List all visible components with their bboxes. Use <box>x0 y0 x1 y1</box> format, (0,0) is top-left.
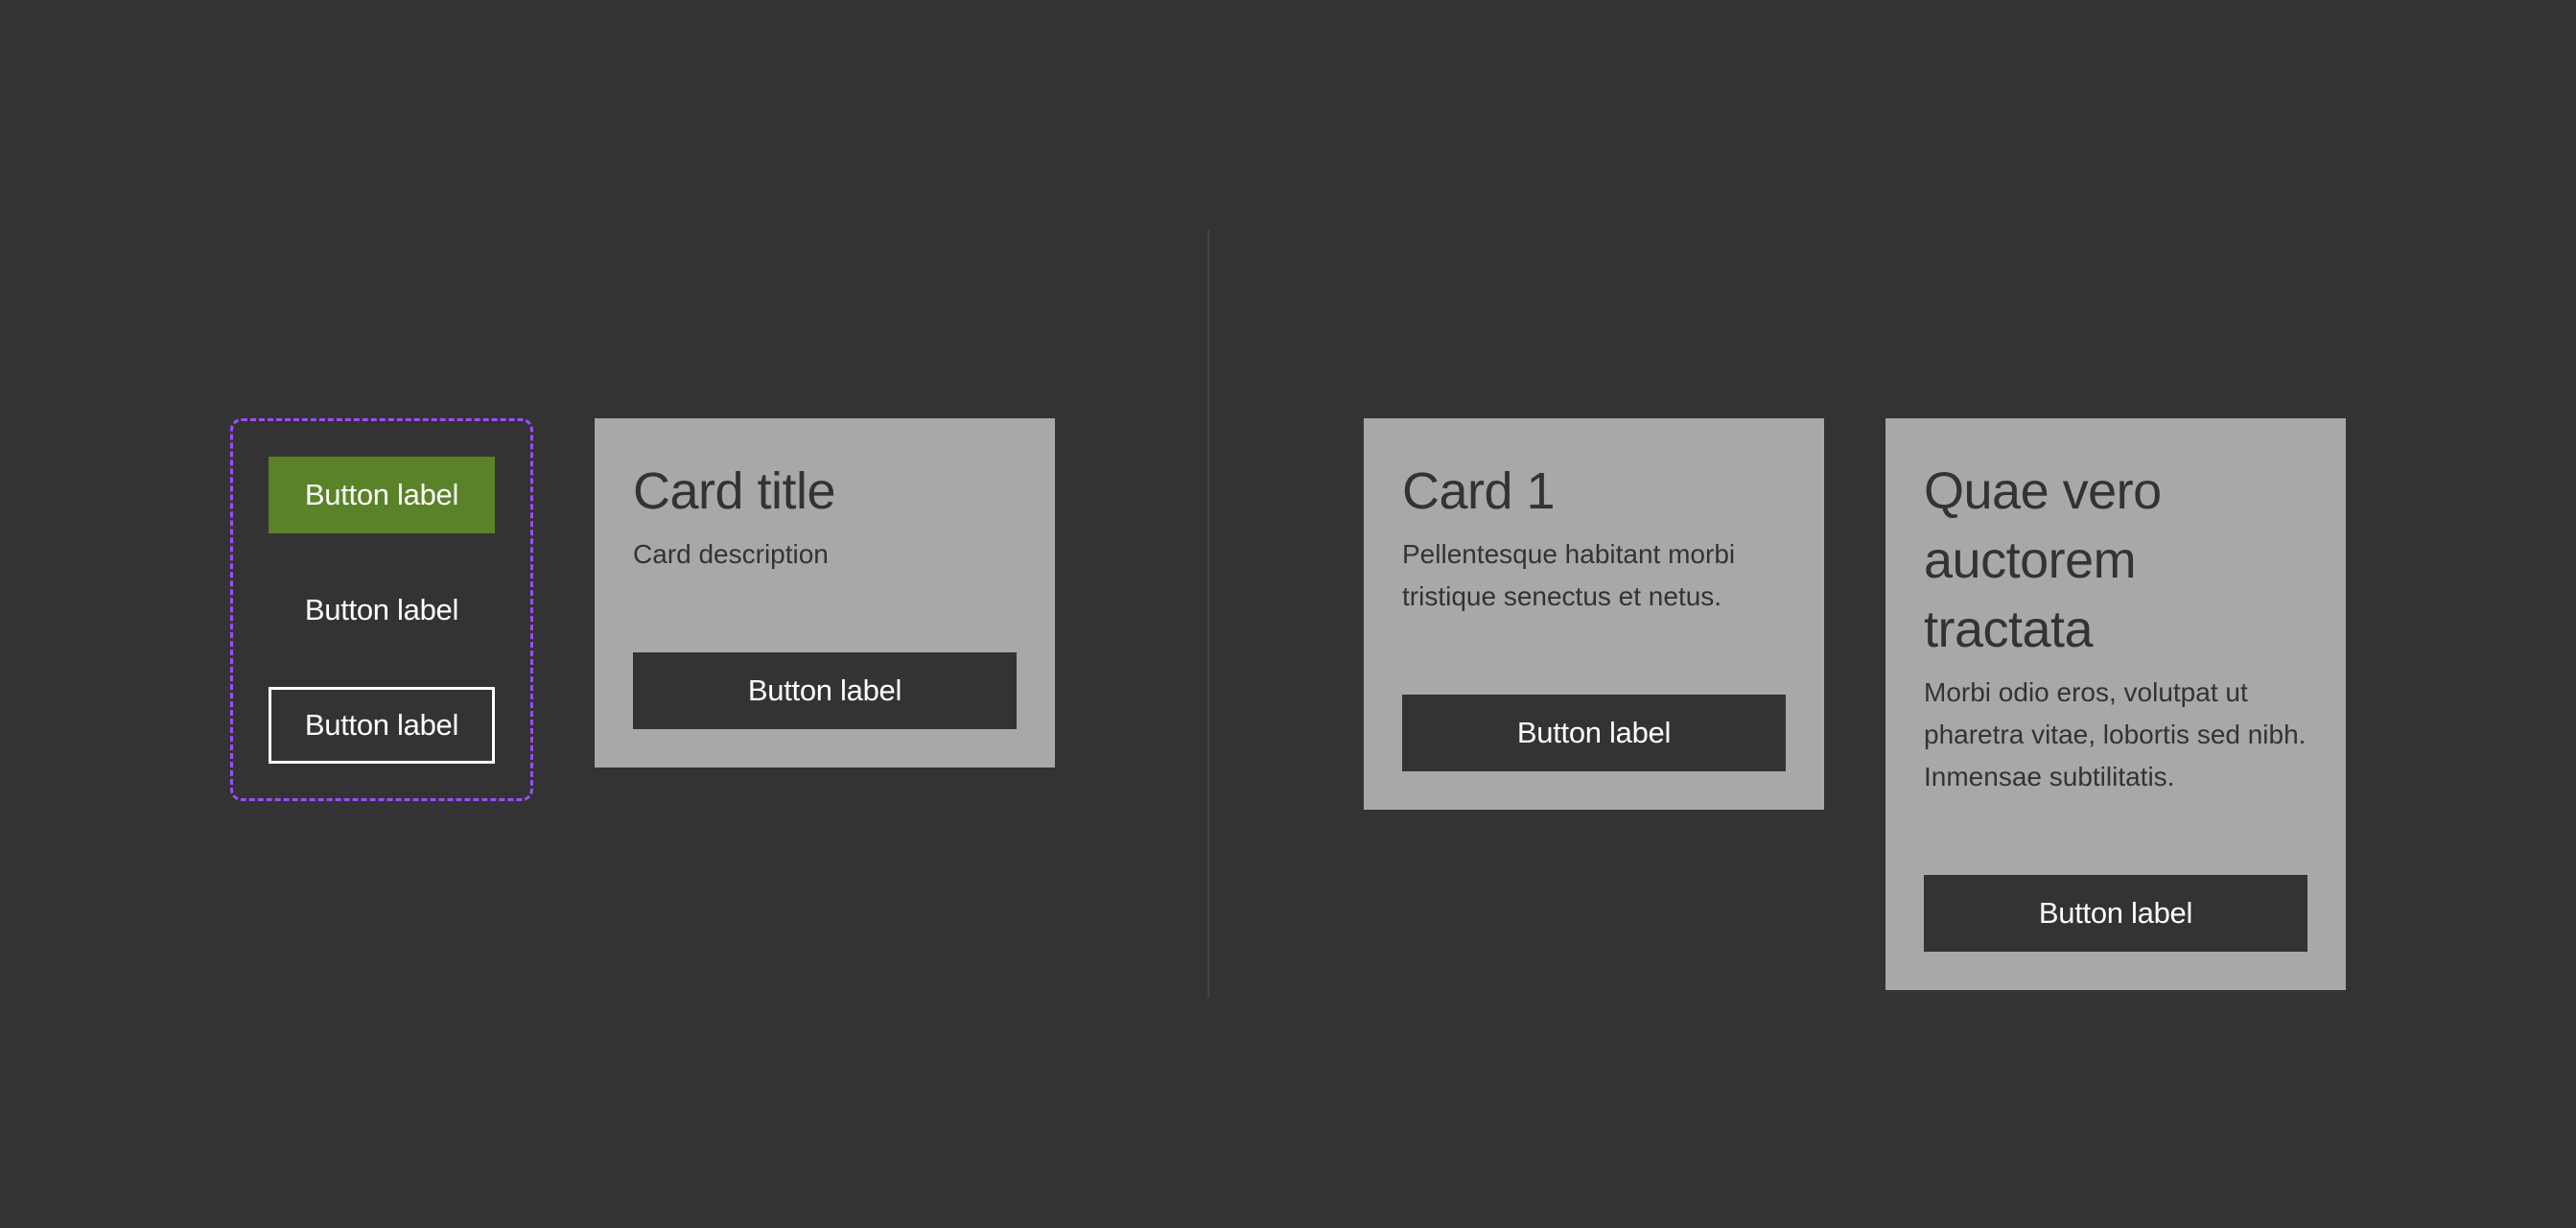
card-title: Card title <box>633 462 836 520</box>
card-button[interactable]: Button label <box>633 652 1017 729</box>
card-long-title-button[interactable]: Button label <box>1924 875 2307 952</box>
card-1-button[interactable]: Button label <box>1402 695 1786 771</box>
primary-button[interactable]: Button label <box>269 457 495 533</box>
card-1-title: Card 1 <box>1402 462 1556 520</box>
card-long-title-description: Morbi odio eros, volutpat ut pharetra vi… <box>1924 677 2307 791</box>
outline-button[interactable]: Button label <box>269 687 495 764</box>
section-divider <box>1207 230 1209 998</box>
ghost-button[interactable]: Button label <box>269 572 495 649</box>
card-long-title-heading: Quae vero auctorem tractata <box>1924 462 2162 658</box>
card-description: Card description <box>633 539 829 569</box>
card-1-description: Pellentesque habitant morbi tristique se… <box>1402 539 1736 611</box>
